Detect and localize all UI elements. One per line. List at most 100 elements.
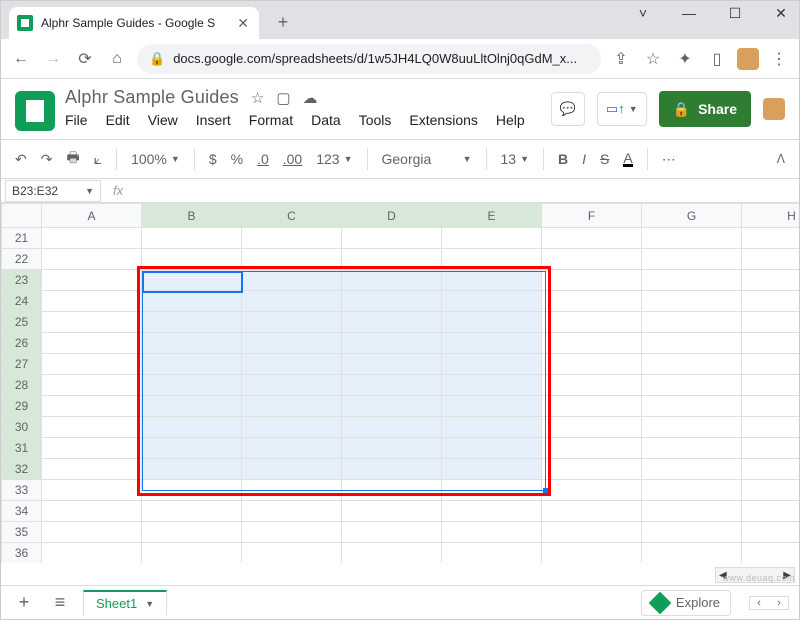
cell-F32[interactable]	[542, 459, 642, 480]
cell-E26[interactable]	[442, 333, 542, 354]
chevron-down-icon[interactable]: ▼	[145, 599, 154, 609]
currency-button[interactable]: $	[209, 151, 217, 167]
cell-G21[interactable]	[642, 228, 742, 249]
cell-D25[interactable]	[342, 312, 442, 333]
bold-button[interactable]: B	[558, 151, 568, 167]
cell-B35[interactable]	[142, 522, 242, 543]
cell-D31[interactable]	[342, 438, 442, 459]
account-avatar[interactable]	[763, 98, 785, 120]
comments-button[interactable]: 💬	[551, 92, 585, 126]
row-header-25[interactable]: 25	[2, 312, 42, 333]
cell-B36[interactable]	[142, 543, 242, 564]
cell-F35[interactable]	[542, 522, 642, 543]
cell-F30[interactable]	[542, 417, 642, 438]
cell-E36[interactable]	[442, 543, 542, 564]
cell-E33[interactable]	[442, 480, 542, 501]
cell-A34[interactable]	[42, 501, 142, 522]
cell-A27[interactable]	[42, 354, 142, 375]
cell-F34[interactable]	[542, 501, 642, 522]
cell-E23[interactable]	[442, 270, 542, 291]
cell-C22[interactable]	[242, 249, 342, 270]
profile-avatar[interactable]	[737, 48, 759, 70]
cell-E29[interactable]	[442, 396, 542, 417]
cell-C24[interactable]	[242, 291, 342, 312]
address-bar[interactable]: 🔒 docs.google.com/spreadsheets/d/1w5JH4L…	[137, 44, 601, 74]
cell-A29[interactable]	[42, 396, 142, 417]
cell-C35[interactable]	[242, 522, 342, 543]
font-dropdown[interactable]: Georgia▼	[382, 151, 472, 167]
cell-E34[interactable]	[442, 501, 542, 522]
cell-B30[interactable]	[142, 417, 242, 438]
menu-insert[interactable]: Insert	[196, 112, 231, 128]
cell-C36[interactable]	[242, 543, 342, 564]
cell-H29[interactable]	[742, 396, 800, 417]
cell-C25[interactable]	[242, 312, 342, 333]
cell-C34[interactable]	[242, 501, 342, 522]
cell-F29[interactable]	[542, 396, 642, 417]
menu-help[interactable]: Help	[496, 112, 525, 128]
cell-D26[interactable]	[342, 333, 442, 354]
sheets-logo-icon[interactable]	[15, 91, 55, 131]
cell-D27[interactable]	[342, 354, 442, 375]
select-all-corner[interactable]	[2, 204, 42, 228]
cell-B21[interactable]	[142, 228, 242, 249]
cell-C26[interactable]	[242, 333, 342, 354]
menu-format[interactable]: Format	[249, 112, 293, 128]
undo-button[interactable]: ↶	[15, 151, 27, 168]
row-header-31[interactable]: 31	[2, 438, 42, 459]
collapse-toolbar-button[interactable]: ᐱ	[777, 152, 785, 166]
column-header-H[interactable]: H	[742, 204, 800, 228]
cell-A35[interactable]	[42, 522, 142, 543]
cell-A30[interactable]	[42, 417, 142, 438]
cell-C28[interactable]	[242, 375, 342, 396]
cell-C31[interactable]	[242, 438, 342, 459]
cell-H23[interactable]	[742, 270, 800, 291]
cell-A28[interactable]	[42, 375, 142, 396]
cell-C27[interactable]	[242, 354, 342, 375]
cell-G23[interactable]	[642, 270, 742, 291]
explore-button[interactable]: Explore	[641, 590, 731, 616]
cell-D29[interactable]	[342, 396, 442, 417]
menu-data[interactable]: Data	[311, 112, 341, 128]
cell-F36[interactable]	[542, 543, 642, 564]
cell-G25[interactable]	[642, 312, 742, 333]
cell-A24[interactable]	[42, 291, 142, 312]
cell-B27[interactable]	[142, 354, 242, 375]
increase-decimal-button[interactable]: .00	[283, 151, 302, 167]
cloud-status-icon[interactable]: ☁	[303, 89, 318, 107]
reader-icon[interactable]: ▯	[705, 49, 729, 69]
row-header-27[interactable]: 27	[2, 354, 42, 375]
cell-B33[interactable]	[142, 480, 242, 501]
row-header-22[interactable]: 22	[2, 249, 42, 270]
spreadsheet-grid[interactable]: ABCDEFGH21222324252627282930313233343536…	[1, 203, 799, 563]
cell-H27[interactable]	[742, 354, 800, 375]
caret-down-icon[interactable]: ˅	[629, 5, 657, 22]
cell-D36[interactable]	[342, 543, 442, 564]
home-button[interactable]: ⌂	[105, 50, 129, 68]
tab-scroll-arrows[interactable]: ‹›	[749, 596, 789, 610]
cell-E25[interactable]	[442, 312, 542, 333]
cell-B23[interactable]	[142, 270, 242, 291]
add-sheet-button[interactable]: +	[11, 592, 37, 613]
cell-B25[interactable]	[142, 312, 242, 333]
cell-A25[interactable]	[42, 312, 142, 333]
cell-A33[interactable]	[42, 480, 142, 501]
cell-C23[interactable]	[242, 270, 342, 291]
move-icon[interactable]: ▢	[276, 89, 290, 107]
cell-H36[interactable]	[742, 543, 800, 564]
cell-B32[interactable]	[142, 459, 242, 480]
cell-G28[interactable]	[642, 375, 742, 396]
cell-E31[interactable]	[442, 438, 542, 459]
strikethrough-button[interactable]: S	[600, 151, 609, 167]
cell-G33[interactable]	[642, 480, 742, 501]
share-button[interactable]: 🔒 Share	[659, 91, 751, 127]
cell-C30[interactable]	[242, 417, 342, 438]
cell-B28[interactable]	[142, 375, 242, 396]
cell-F26[interactable]	[542, 333, 642, 354]
cell-E21[interactable]	[442, 228, 542, 249]
menu-extensions[interactable]: Extensions	[409, 112, 477, 128]
text-color-button[interactable]: A	[623, 152, 632, 167]
cell-G31[interactable]	[642, 438, 742, 459]
cell-F31[interactable]	[542, 438, 642, 459]
row-header-21[interactable]: 21	[2, 228, 42, 249]
